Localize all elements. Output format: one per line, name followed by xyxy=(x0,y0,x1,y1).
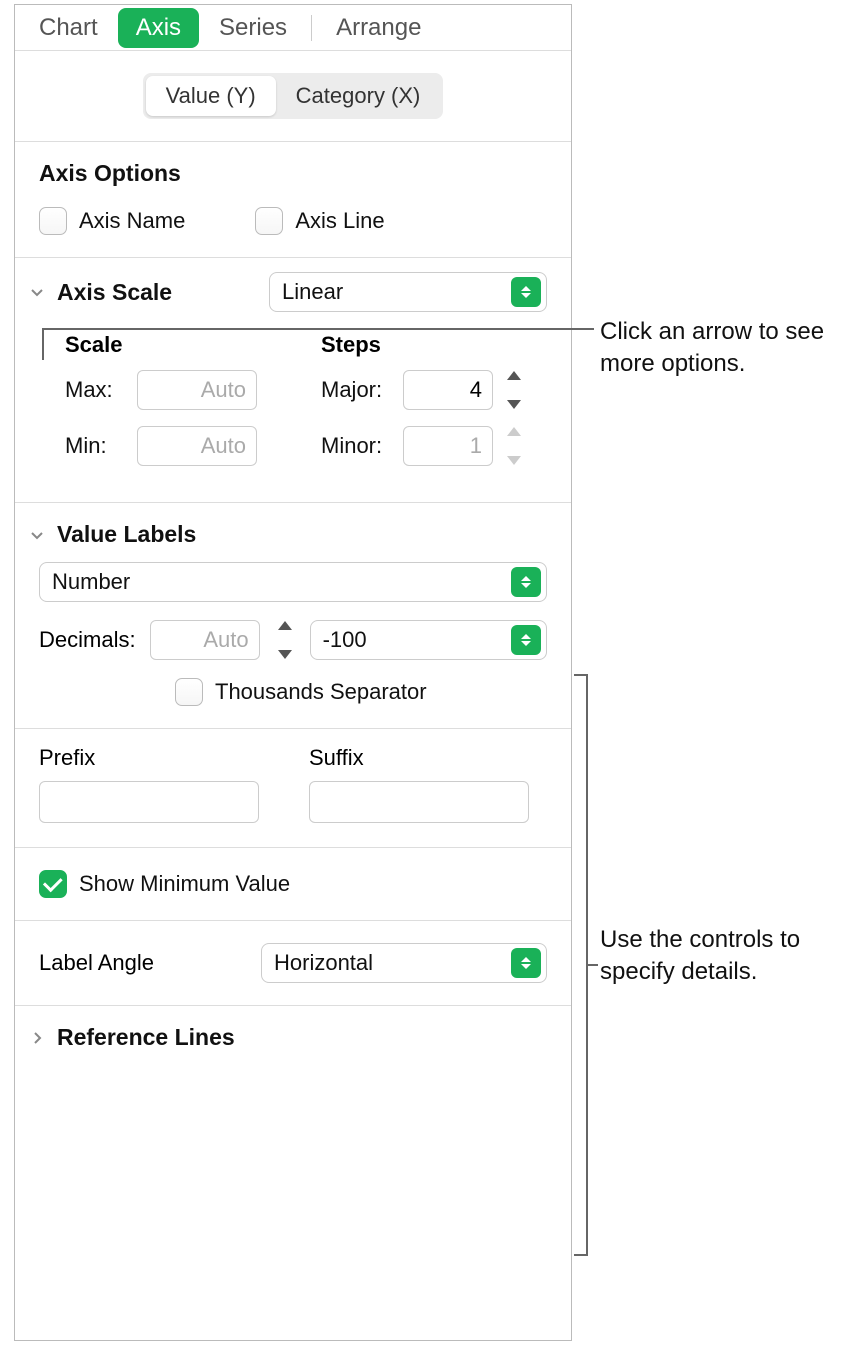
label-angle-selected: Horizontal xyxy=(262,950,511,976)
chevron-right-icon xyxy=(29,1030,45,1046)
thousands-checkbox[interactable] xyxy=(175,678,203,706)
steps-col-title: Steps xyxy=(321,332,547,370)
axis-options-title: Axis Options xyxy=(39,160,181,187)
prefix-label: Prefix xyxy=(39,745,259,771)
stepper-up-icon xyxy=(507,427,521,436)
suffix-label: Suffix xyxy=(309,745,529,771)
scale-max-input[interactable] xyxy=(137,370,257,410)
stepper-down-icon xyxy=(507,456,521,465)
popup-arrows-icon xyxy=(511,625,541,655)
label-angle-label: Label Angle xyxy=(39,950,249,976)
scale-steps-columns: Scale Max: Min: Steps Major: Minor: xyxy=(15,326,571,502)
negative-format-popup[interactable]: -100 xyxy=(310,620,547,660)
popup-arrows-icon xyxy=(511,567,541,597)
axis-subtabs: Value (Y) Category (X) xyxy=(143,73,444,119)
value-labels-header: Value Labels xyxy=(15,503,571,562)
axis-line-label: Axis Line xyxy=(295,208,384,234)
tab-series[interactable]: Series xyxy=(201,8,305,48)
axis-scale-selected: Linear xyxy=(270,279,511,305)
decimals-input[interactable] xyxy=(150,620,260,660)
popup-arrows-icon xyxy=(511,277,541,307)
axis-options-checkboxes: Axis Name Axis Line xyxy=(15,201,571,257)
thousands-row: Thousands Separator xyxy=(15,660,571,728)
decimals-label: Decimals: xyxy=(39,627,136,653)
stepper-up-icon xyxy=(507,371,521,380)
tab-axis[interactable]: Axis xyxy=(118,8,199,48)
value-labels-format-popup[interactable]: Number xyxy=(39,562,547,602)
axis-name-checkbox[interactable] xyxy=(39,207,67,235)
chevron-down-icon xyxy=(29,284,45,300)
subtab-value-y[interactable]: Value (Y) xyxy=(146,76,276,116)
scale-col-title: Scale xyxy=(65,332,291,370)
thousands-label: Thousands Separator xyxy=(215,679,427,705)
tab-separator xyxy=(311,15,312,41)
value-labels-disclosure[interactable] xyxy=(29,527,45,543)
axis-options-header: Axis Options xyxy=(15,142,571,201)
reference-lines-header: Reference Lines xyxy=(15,1006,571,1065)
chevron-down-icon xyxy=(29,527,45,543)
subtab-category-x[interactable]: Category (X) xyxy=(276,76,441,116)
reference-lines-title: Reference Lines xyxy=(57,1024,235,1051)
steps-major-label: Major: xyxy=(321,377,393,403)
prefix-input[interactable] xyxy=(39,781,259,823)
axis-line-checkbox[interactable] xyxy=(255,207,283,235)
scale-min-input[interactable] xyxy=(137,426,257,466)
reference-lines-disclosure[interactable] xyxy=(29,1030,45,1046)
inspector-tabs: Chart Axis Series Arrange xyxy=(15,5,571,51)
axis-scale-row: Axis Scale Linear xyxy=(15,258,571,326)
axis-scale-popup[interactable]: Linear xyxy=(269,272,547,312)
axis-subtab-wrap: Value (Y) Category (X) xyxy=(15,51,571,141)
value-labels-title: Value Labels xyxy=(57,521,196,548)
stepper-down-icon xyxy=(507,400,521,409)
axis-scale-title: Axis Scale xyxy=(57,279,257,306)
format-inspector-panel: Chart Axis Series Arrange Value (Y) Cate… xyxy=(14,4,572,1341)
steps-minor-stepper[interactable] xyxy=(503,427,525,465)
suffix-input[interactable] xyxy=(309,781,529,823)
steps-minor-input[interactable] xyxy=(403,426,493,466)
steps-minor-label: Minor: xyxy=(321,433,393,459)
decimals-row: Decimals: -100 xyxy=(15,602,571,660)
callout-controls-text: Use the controls to specify details. xyxy=(600,924,840,989)
scale-max-label: Max: xyxy=(65,377,127,403)
callout-arrow-text: Click an arrow to see more options. xyxy=(600,316,840,381)
steps-major-stepper[interactable] xyxy=(503,371,525,409)
negative-format-selected: -100 xyxy=(311,627,511,653)
steps-major-input[interactable] xyxy=(403,370,493,410)
callout-bracket xyxy=(574,674,588,1256)
scale-min-label: Min: xyxy=(65,433,127,459)
label-angle-popup[interactable]: Horizontal xyxy=(261,943,547,983)
popup-arrows-icon xyxy=(511,948,541,978)
show-min-value-checkbox[interactable] xyxy=(39,870,67,898)
callout-bracket-stub xyxy=(588,964,598,966)
tab-arrange[interactable]: Arrange xyxy=(318,8,439,48)
value-labels-format-selected: Number xyxy=(40,569,511,595)
callout-line xyxy=(42,328,594,330)
show-min-value-label: Show Minimum Value xyxy=(79,871,290,897)
label-angle-row: Label Angle Horizontal xyxy=(15,921,571,1005)
decimals-stepper[interactable] xyxy=(274,621,296,659)
tab-chart[interactable]: Chart xyxy=(21,8,116,48)
stepper-down-icon xyxy=(278,650,292,659)
stepper-up-icon xyxy=(278,621,292,630)
prefix-suffix-row: Prefix Suffix xyxy=(15,729,571,847)
axis-scale-disclosure[interactable] xyxy=(29,284,45,300)
show-min-value-row: Show Minimum Value xyxy=(15,848,571,920)
axis-name-label: Axis Name xyxy=(79,208,185,234)
